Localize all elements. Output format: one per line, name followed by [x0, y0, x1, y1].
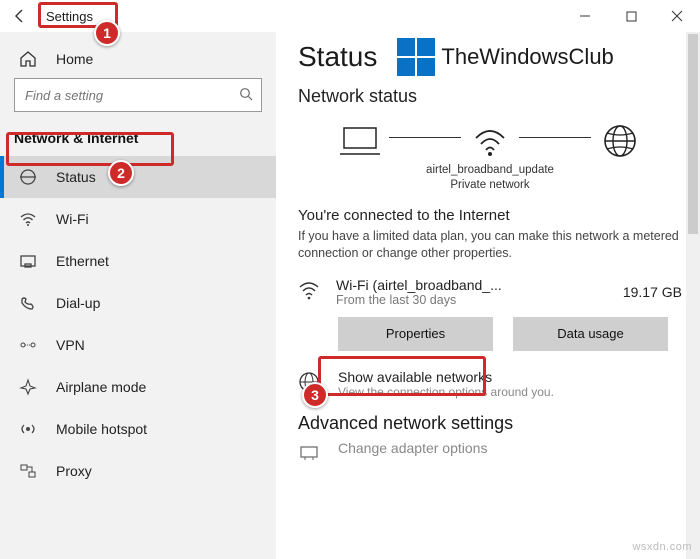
sidebar-item-status[interactable]: Status	[0, 156, 276, 198]
scrollbar-thumb[interactable]	[688, 34, 698, 234]
arrow-left-icon	[12, 8, 28, 24]
hotspot-icon	[18, 419, 38, 439]
diagram-network-type: Private network	[298, 178, 682, 193]
network-diagram	[298, 121, 682, 161]
home-label: Home	[56, 51, 93, 67]
search-input-wrapper[interactable]	[14, 78, 262, 112]
connected-heading: You're connected to the Internet	[298, 207, 682, 224]
network-usage: 19.17 GB	[623, 284, 682, 300]
sidebar-item-label: Airplane mode	[56, 379, 146, 395]
section-title: Network status	[298, 86, 682, 107]
sidebar: Home Network & Internet Status Wi-Fi	[0, 32, 276, 559]
close-button[interactable]	[654, 0, 700, 32]
airplane-icon	[18, 377, 38, 397]
device-icon	[337, 121, 383, 161]
network-name: Wi-Fi (airtel_broadband_...	[336, 277, 623, 293]
vpn-icon	[18, 335, 38, 355]
globe-icon	[597, 121, 643, 161]
advanced-settings-heading: Advanced network settings	[298, 413, 682, 434]
back-button[interactable]	[8, 4, 32, 28]
diagram-ssid: airtel_broadband_update	[298, 163, 682, 178]
wifi-icon	[18, 209, 38, 229]
sidebar-item-label: Mobile hotspot	[56, 421, 147, 437]
home-nav[interactable]: Home	[0, 40, 276, 78]
proxy-icon	[18, 461, 38, 481]
maximize-icon	[626, 11, 637, 22]
sidebar-item-wifi[interactable]: Wi-Fi	[0, 198, 276, 240]
change-adapter-link[interactable]: Change adapter options	[298, 440, 682, 467]
sidebar-item-airplane[interactable]: Airplane mode	[0, 366, 276, 408]
page-title: Status	[298, 41, 377, 73]
windows-tiles-icon	[397, 38, 435, 76]
ethernet-icon	[18, 251, 38, 271]
close-icon	[671, 10, 683, 22]
watermark: wsxdn.com	[632, 541, 692, 553]
category-title: Network & Internet	[0, 120, 276, 156]
maximize-button[interactable]	[608, 0, 654, 32]
window-title: Settings	[46, 9, 93, 24]
minimize-icon	[579, 10, 591, 22]
show-networks-link[interactable]: Show available networks View the connect…	[298, 369, 682, 399]
sidebar-item-label: VPN	[56, 337, 85, 353]
globe-icon	[298, 371, 324, 399]
sidebar-item-label: Proxy	[56, 463, 92, 479]
minimize-button[interactable]	[562, 0, 608, 32]
connected-description: If you have a limited data plan, you can…	[298, 228, 682, 263]
sidebar-item-hotspot[interactable]: Mobile hotspot	[0, 408, 276, 450]
scrollbar[interactable]	[686, 32, 700, 559]
sidebar-item-label: Ethernet	[56, 253, 109, 269]
properties-button[interactable]: Properties	[338, 317, 493, 351]
show-networks-sub: View the connection options around you.	[338, 385, 554, 399]
show-networks-title: Show available networks	[338, 369, 554, 385]
dialup-icon	[18, 293, 38, 313]
wifi-icon	[298, 279, 324, 304]
search-icon	[239, 87, 253, 104]
network-period: From the last 30 days	[336, 293, 623, 307]
home-icon	[18, 49, 38, 69]
brand-logo: TheWindowsClub	[397, 38, 613, 76]
router-wifi-icon	[467, 121, 513, 161]
search-input[interactable]	[23, 87, 239, 104]
sidebar-item-label: Wi-Fi	[56, 211, 89, 227]
brand-text: TheWindowsClub	[441, 44, 613, 70]
status-icon	[18, 167, 38, 187]
data-usage-button[interactable]: Data usage	[513, 317, 668, 351]
content-pane: Status TheWindowsClub Network status air…	[276, 32, 700, 559]
sidebar-item-ethernet[interactable]: Ethernet	[0, 240, 276, 282]
sidebar-item-dialup[interactable]: Dial-up	[0, 282, 276, 324]
network-usage-row: Wi-Fi (airtel_broadband_... From the las…	[298, 277, 682, 307]
adapter-icon	[298, 442, 324, 467]
sidebar-item-proxy[interactable]: Proxy	[0, 450, 276, 492]
sidebar-item-label: Status	[56, 169, 96, 185]
sidebar-item-vpn[interactable]: VPN	[0, 324, 276, 366]
change-adapter-title: Change adapter options	[338, 440, 487, 456]
sidebar-item-label: Dial-up	[56, 295, 100, 311]
